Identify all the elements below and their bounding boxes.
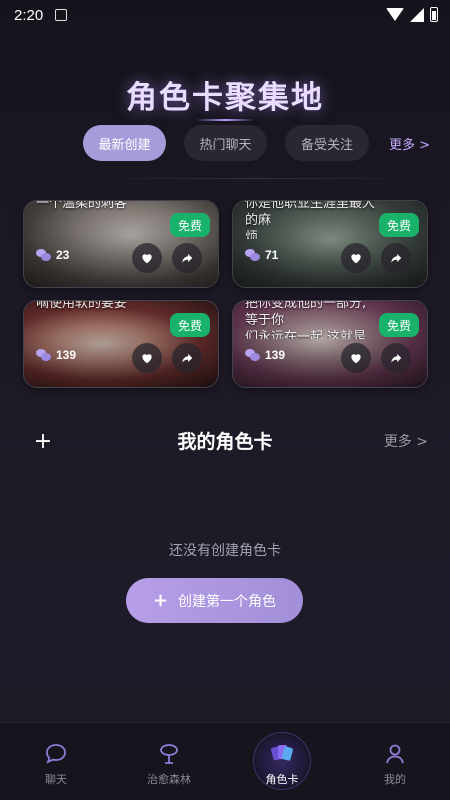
status-bar: 2:20	[0, 0, 450, 30]
chat-bubbles-icon	[36, 349, 51, 361]
heart-icon	[351, 354, 361, 364]
empty-state-message: 还没有创建角色卡	[169, 543, 281, 559]
card-description: 把你变成他的一部分,等于你 们永远在一起,这就是	[245, 300, 367, 339]
bottom-nav: 聊天 治愈森林 角色卡 我的	[0, 722, 450, 800]
filter-tabs: 最新创建 热门聊天 备受关注 更多 >	[83, 125, 443, 161]
character-card[interactable]: 一个温柔的刺客 免费 23	[23, 200, 219, 288]
nav-item-character-cards[interactable]: 角色卡	[237, 723, 327, 800]
like-button[interactable]	[341, 343, 371, 373]
character-card[interactable]: 你是他职业生涯里最大的麻 烦 免费 71	[232, 200, 428, 288]
share-button[interactable]	[172, 343, 202, 373]
free-badge: 免费	[169, 213, 210, 237]
tabs-more-link[interactable]: 更多 >	[389, 125, 430, 161]
like-button[interactable]	[132, 343, 162, 373]
nav-label: 角色卡	[265, 773, 299, 786]
tabs-divider	[90, 178, 420, 179]
chat-count-value: 23	[56, 248, 70, 262]
chat-count: 139	[36, 348, 76, 362]
chat-count: 23	[36, 248, 69, 262]
share-button[interactable]	[381, 243, 411, 273]
share-icon	[182, 353, 193, 363]
free-badge: 免费	[169, 313, 210, 337]
cards-icon	[269, 741, 295, 767]
share-icon	[391, 353, 402, 363]
chat-bubbles-icon	[245, 349, 260, 361]
card-description: 嘀使用软的要妥	[36, 300, 128, 311]
chat-count-value: 139	[56, 348, 77, 362]
heart-icon	[351, 254, 361, 264]
notification-icon	[55, 9, 68, 21]
share-icon	[391, 253, 402, 263]
my-cards-header: + 我的角色卡 更多 >	[0, 424, 450, 460]
nav-item-healing-forest[interactable]: 治愈森林	[124, 723, 214, 800]
heart-icon	[142, 354, 152, 364]
nav-label: 我的	[384, 773, 406, 786]
wifi-icon	[386, 8, 404, 21]
nav-label: 治愈森林	[147, 773, 191, 786]
free-badge: 免费	[378, 313, 419, 337]
battery-icon	[430, 7, 438, 22]
chat-bubbles-icon	[36, 249, 51, 261]
heart-icon	[142, 254, 152, 264]
card-description: 你是他职业生涯里最大的麻 烦	[245, 200, 375, 239]
card-description: 一个温柔的刺客	[36, 200, 128, 211]
chat-count-value: 139	[265, 348, 286, 362]
create-button-label: 创建第一个角色	[178, 593, 277, 610]
tree-icon	[156, 741, 182, 767]
page-title: 角色卡聚集地	[126, 80, 324, 116]
tab-latest[interactable]: 最新创建	[83, 125, 166, 161]
chat-count: 71	[245, 248, 278, 262]
status-time: 2:20	[14, 6, 44, 24]
tab-most-followed[interactable]: 备受关注	[285, 125, 369, 161]
chat-count: 139	[245, 348, 285, 362]
share-button[interactable]	[381, 343, 411, 373]
nav-label: 聊天	[45, 773, 67, 786]
nav-item-profile[interactable]: 我的	[350, 723, 440, 800]
character-card[interactable]: 嘀使用软的要妥 免费 139	[23, 300, 219, 388]
like-button[interactable]	[132, 243, 162, 273]
chat-count-value: 71	[265, 248, 279, 262]
share-icon	[182, 253, 193, 263]
plus-icon: +	[152, 590, 169, 611]
signal-icon	[410, 7, 424, 22]
my-cards-title: 我的角色卡	[177, 431, 273, 453]
chat-bubbles-icon	[245, 249, 260, 261]
like-button[interactable]	[341, 243, 371, 273]
tab-hot-chat[interactable]: 热门聊天	[184, 125, 267, 161]
my-cards-more-link[interactable]: 更多 >	[384, 424, 428, 460]
create-first-character-button[interactable]: + 创建第一个角色	[126, 578, 303, 623]
title-underline	[196, 119, 254, 121]
nav-item-chat[interactable]: 聊天	[11, 723, 101, 800]
status-indicators	[386, 7, 438, 22]
chat-bubble-icon	[43, 741, 69, 767]
profile-icon	[382, 741, 408, 767]
free-badge: 免费	[378, 213, 419, 237]
character-card[interactable]: 把你变成他的一部分,等于你 们永远在一起,这就是 免费 139	[232, 300, 428, 388]
share-button[interactable]	[172, 243, 202, 273]
